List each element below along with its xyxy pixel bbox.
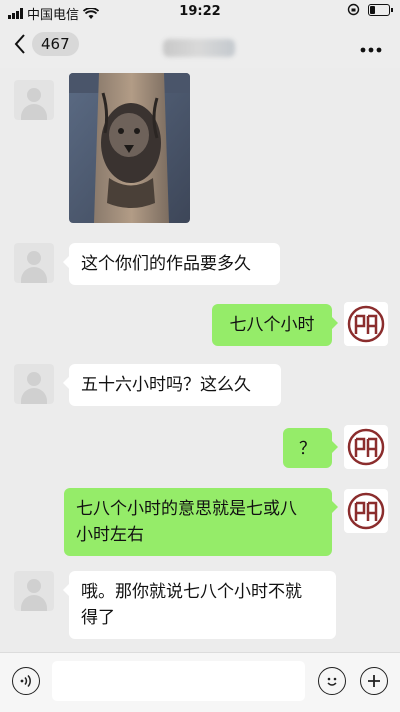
message-bubble-out[interactable]: 七八个小时: [212, 304, 338, 346]
contact-avatar[interactable]: [14, 364, 54, 404]
chevron-left-icon: [14, 34, 25, 54]
battery-icon: [368, 3, 393, 16]
contact-avatar[interactable]: [14, 80, 54, 120]
message-bubble-in[interactable]: 这个你们的作品要多久: [63, 243, 280, 285]
more-button[interactable]: [360, 34, 382, 59]
message-line: 哦。那你就说七八个小时不就: [81, 582, 302, 602]
status-right: [347, 3, 393, 16]
emoji-icon: [327, 677, 337, 686]
clock: 19:22: [179, 4, 221, 19]
contact-avatar[interactable]: [14, 571, 54, 611]
more-icon: [360, 47, 382, 53]
rotation-lock-icon: [347, 3, 360, 16]
seal-logo-icon: [347, 305, 385, 343]
voice-icon: [20, 674, 31, 688]
my-avatar[interactable]: [344, 425, 388, 469]
unread-badge: 467: [32, 32, 79, 56]
message-bubble-out[interactable]: 七八个小时的意思就是七或八 小时左右: [64, 488, 338, 556]
contact-avatar[interactable]: [14, 243, 54, 283]
message-line: 得了: [81, 608, 115, 628]
chat-title-blurred: [163, 39, 235, 57]
emoji-button[interactable]: [318, 667, 346, 695]
plus-icon: [368, 675, 380, 687]
back-button[interactable]: 467: [14, 32, 79, 56]
voice-button[interactable]: [12, 667, 40, 695]
message-line: 小时左右: [76, 525, 144, 545]
message-bubble-out[interactable]: ？: [283, 428, 338, 468]
message-bubble-in[interactable]: 哦。那你就说七八个小时不就 得了: [63, 571, 336, 639]
input-bar: [0, 652, 400, 712]
message-line: 七八个小时的意思就是七或八: [76, 499, 297, 519]
plus-button[interactable]: [360, 667, 388, 695]
tattoo-lion-forearm: [69, 73, 190, 223]
seal-logo-icon: [347, 492, 385, 530]
message-bubble-in[interactable]: 五十六小时吗？这么久: [63, 364, 281, 406]
tattoo-image[interactable]: [69, 73, 190, 223]
message-input[interactable]: [52, 661, 305, 701]
status-bar: 中国电信 19:22: [0, 0, 400, 24]
my-avatar[interactable]: [344, 489, 388, 533]
chat-header: 467: [0, 24, 400, 68]
seal-logo-icon: [347, 428, 385, 466]
my-avatar[interactable]: [344, 302, 388, 346]
